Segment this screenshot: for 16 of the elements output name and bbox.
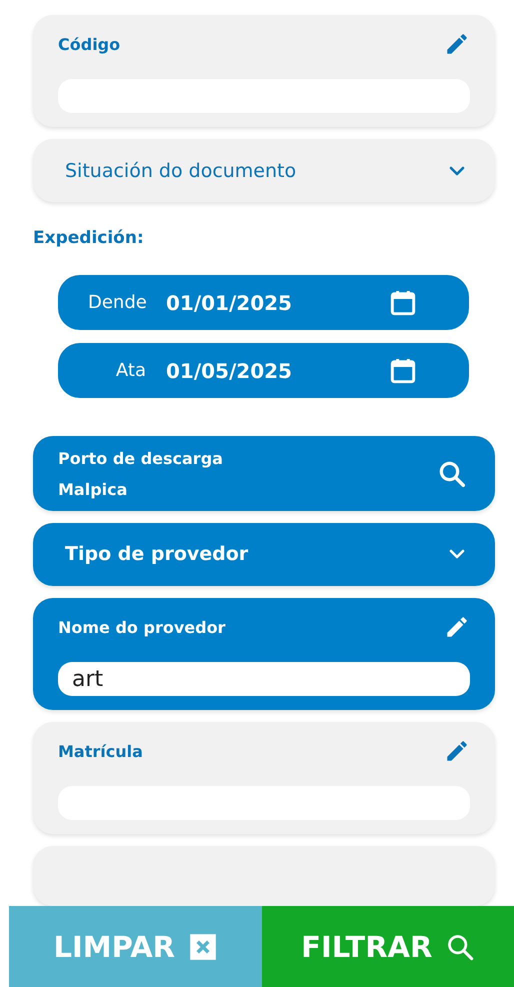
search-icon	[446, 932, 474, 960]
clear-button[interactable]: LIMPAR	[9, 906, 262, 987]
field-label: Nome do provedor	[58, 618, 226, 636]
search-filter-card[interactable]: Porto de descarga Malpica	[33, 436, 495, 511]
date-field[interactable]: Dende 01/01/2025	[58, 275, 469, 330]
field-label: Código	[58, 34, 120, 54]
dropdown[interactable]: Situación do documento	[33, 139, 495, 202]
section-label: Expedición:	[33, 228, 145, 248]
dropdown[interactable]: Tipo de provedor	[33, 522, 495, 586]
filter-button[interactable]: FILTRAR	[262, 906, 514, 987]
date-field[interactable]: Ata 01/05/2025	[58, 343, 469, 398]
field-value: Malpica	[58, 480, 128, 498]
input-field[interactable]: art	[58, 662, 470, 696]
close-icon	[189, 932, 217, 960]
field-label: Porto de descarga	[58, 448, 223, 468]
field-label: Matrícula	[58, 742, 143, 760]
